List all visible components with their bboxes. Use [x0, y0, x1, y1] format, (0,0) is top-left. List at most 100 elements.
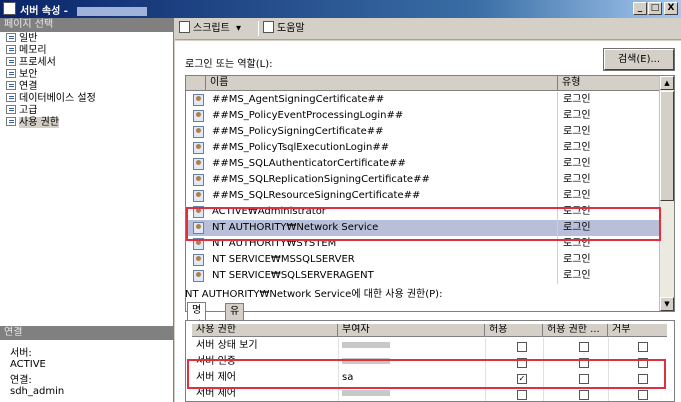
- close-button[interactable]: X: [664, 2, 678, 15]
- nav-item-label: 사용 권한: [19, 117, 59, 128]
- chevron-down-icon[interactable]: ▾: [236, 23, 241, 34]
- search-button[interactable]: 검색(E)...: [603, 48, 675, 71]
- tab-explicit[interactable]: 명시적: [187, 302, 207, 346]
- script-button[interactable]: 스크립트 ▾: [179, 21, 241, 37]
- nav-item-connections[interactable]: 연결: [0, 81, 173, 93]
- login-type: 로그인: [563, 126, 591, 137]
- permission-name: 서버 인증: [196, 356, 236, 367]
- login-row[interactable]: ##MS_SQLResourceSigningCertificate## 로그인: [186, 188, 661, 204]
- maximize-button[interactable]: □: [648, 2, 662, 15]
- grantor-redacted: [342, 390, 390, 396]
- column-divider: [543, 386, 544, 401]
- scroll-up-arrow-icon[interactable]: ▲: [660, 76, 674, 90]
- login-row[interactable]: ##MS_PolicyTsqlExecutionLogin## 로그인: [186, 140, 661, 156]
- page-icon: [6, 45, 16, 54]
- tab-effective[interactable]: 유효: [225, 303, 245, 332]
- permission-row[interactable]: 서버 상태 보기: [192, 338, 667, 354]
- page-icon: [6, 57, 16, 66]
- grant-checkbox[interactable]: ✓: [517, 374, 527, 384]
- grant-column-header[interactable]: 허용: [485, 324, 543, 337]
- login-name: ACTIVE₩Administrator: [212, 206, 326, 217]
- login-type: 로그인: [563, 206, 591, 217]
- login-row[interactable]: ##MS_PolicySigningCertificate## 로그인: [186, 124, 661, 140]
- grantor-value: [342, 386, 390, 401]
- nav-item-label: 데이터베이스 설정: [19, 93, 96, 104]
- grantor-value: [342, 354, 390, 370]
- nav-item-permissions[interactable]: 사용 권한: [0, 117, 173, 129]
- with-grant-checkbox[interactable]: [579, 358, 589, 368]
- column-divider: [557, 108, 558, 124]
- nav-item-label: 프로세서: [19, 57, 56, 68]
- grantor-redacted: [342, 342, 390, 348]
- column-divider: [557, 124, 558, 140]
- login-row[interactable]: NT AUTHORITY₩SYSTEM 로그인: [186, 236, 661, 252]
- page-nav: 일반 메모리 프로세서 보안 연결 데이터베이스 설정 고급 사용 권한: [0, 32, 173, 129]
- user-icon: [193, 110, 204, 122]
- login-row-selected[interactable]: NT AUTHORITY₩Network Service 로그인: [186, 220, 661, 236]
- deny-checkbox[interactable]: [638, 342, 648, 352]
- login-row[interactable]: ##MS_SQLReplicationSigningCertificate## 로…: [186, 172, 661, 188]
- nav-item-label: 메모리: [19, 45, 47, 56]
- grant-checkbox[interactable]: [517, 358, 527, 368]
- column-divider: [543, 370, 544, 386]
- permission-row[interactable]: 서버 인증: [192, 354, 667, 370]
- login-name: ##MS_PolicySigningCertificate##: [212, 126, 384, 137]
- nav-item-memory[interactable]: 메모리: [0, 45, 173, 57]
- login-row[interactable]: ##MS_AgentSigningCertificate## 로그인: [186, 92, 661, 108]
- login-row[interactable]: ##MS_PolicyEventProcessingLogin## 로그인: [186, 108, 661, 124]
- permission-column-header[interactable]: 사용 권한: [192, 324, 338, 337]
- login-name: ##MS_PolicyTsqlExecutionLogin##: [212, 142, 390, 153]
- nav-item-advanced[interactable]: 고급: [0, 105, 173, 117]
- nav-item-label: 일반: [19, 33, 38, 44]
- deny-checkbox[interactable]: [638, 390, 648, 400]
- column-divider: [485, 338, 486, 354]
- grant-checkbox[interactable]: [517, 342, 527, 352]
- page-select-header: 페이지 선택: [0, 18, 173, 32]
- login-row[interactable]: ACTIVE₩Administrator 로그인: [186, 204, 661, 220]
- deny-checkbox[interactable]: [638, 358, 648, 368]
- column-divider: [485, 386, 486, 401]
- login-row[interactable]: NT SERVICE₩SQLSERVERAGENT 로그인: [186, 268, 661, 284]
- with-grant-checkbox[interactable]: [579, 374, 589, 384]
- grant-checkbox[interactable]: [517, 390, 527, 400]
- permissions-for-label: NT AUTHORITY₩Network Service에 대한 사용 권한(P…: [185, 289, 443, 300]
- nav-item-security[interactable]: 보안: [0, 69, 173, 81]
- help-icon: [263, 21, 274, 33]
- page-icon: [6, 117, 16, 126]
- help-button[interactable]: 도움말: [263, 21, 305, 37]
- column-divider: [557, 220, 558, 236]
- name-column-header[interactable]: 이름: [206, 76, 558, 91]
- nav-item-processor[interactable]: 프로세서: [0, 57, 173, 69]
- column-divider: [485, 370, 486, 386]
- grantor-column-header[interactable]: 부여자: [338, 324, 485, 337]
- user-icon: [193, 174, 204, 186]
- deny-column-header[interactable]: 거부: [608, 324, 667, 337]
- scroll-thumb[interactable]: [660, 91, 674, 201]
- script-icon: [179, 21, 190, 33]
- with-grant-column-header[interactable]: 허용 권한 ...: [543, 324, 608, 337]
- permission-row[interactable]: 서버 제어 sa ✓: [192, 370, 667, 386]
- login-row[interactable]: ##MS_SQLAuthenticatorCertificate## 로그인: [186, 156, 661, 172]
- nav-item-label: 보안: [19, 69, 38, 80]
- type-column-header[interactable]: 유형: [558, 76, 661, 91]
- deny-checkbox[interactable]: [638, 374, 648, 384]
- window-title: 서버 속성 -: [20, 2, 148, 17]
- icon-column-header[interactable]: [186, 76, 206, 91]
- with-grant-checkbox[interactable]: [579, 390, 589, 400]
- login-name: NT AUTHORITY₩SYSTEM: [212, 238, 337, 249]
- page-icon: [6, 81, 16, 90]
- scroll-down-arrow-icon[interactable]: ▼: [660, 297, 674, 311]
- column-divider: [557, 236, 558, 252]
- login-row[interactable]: NT SERVICE₩MSSQLSERVER 로그인: [186, 252, 661, 268]
- nav-item-general[interactable]: 일반: [0, 33, 173, 45]
- minimize-button[interactable]: _: [633, 2, 647, 15]
- permission-row[interactable]: 서버 제어: [192, 386, 667, 401]
- nav-item-database-settings[interactable]: 데이터베이스 설정: [0, 93, 173, 105]
- login-name: ##MS_SQLResourceSigningCertificate##: [212, 190, 421, 201]
- grantor-value: sa: [342, 372, 354, 383]
- with-grant-checkbox[interactable]: [579, 342, 589, 352]
- window-title-text: 서버 속성 -: [20, 6, 72, 17]
- login-list-scrollbar[interactable]: ▲ ▼: [659, 76, 674, 311]
- login-list-header: 이름 유형: [186, 76, 661, 91]
- column-divider: [543, 354, 544, 370]
